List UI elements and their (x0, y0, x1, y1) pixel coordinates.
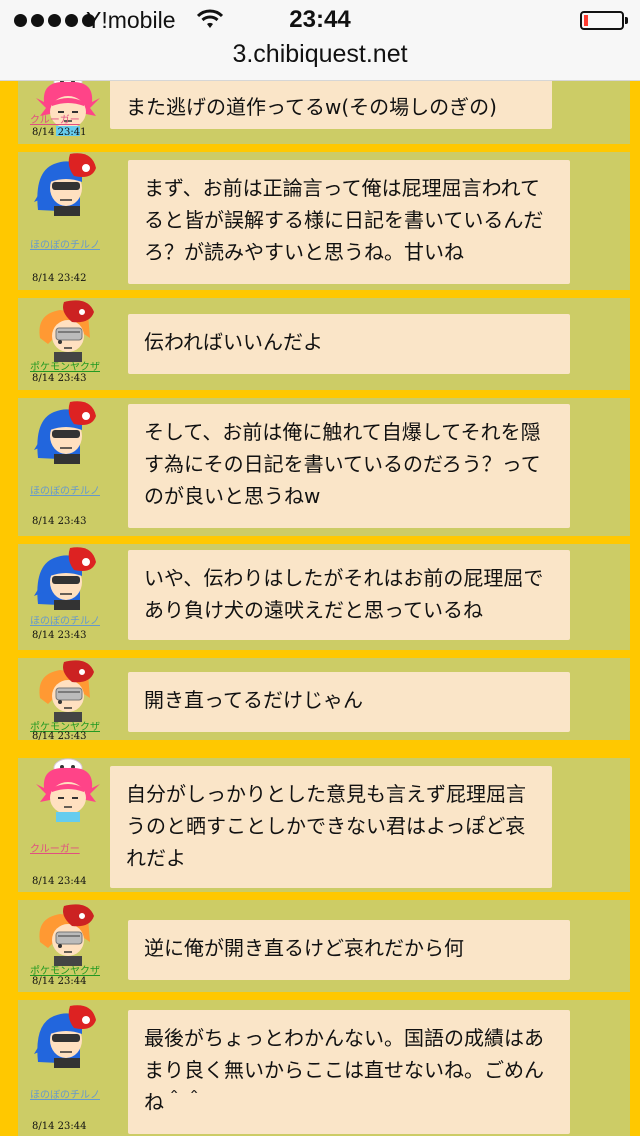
address-bar-url[interactable]: 3.chibiquest.net (0, 40, 640, 69)
username-link[interactable]: ほのぼのチルノ (30, 482, 130, 497)
post-timestamp: 8/14 23:44 (32, 876, 87, 887)
chat-log: クルーガー 8/14 23:41 また逃げの道作ってるw(その場しのぎの) ほのぼの… (0, 0, 640, 1136)
orange-hair-avatar[interactable] (30, 658, 106, 722)
username-link[interactable]: ポケモンヤクザ (30, 962, 130, 977)
message-bubble: また逃げの道作ってるw(その場しのぎの) (110, 79, 552, 129)
chat-post: ポケモンヤクザ 8/14 23:44 逆に俺が開き直るけど哀れだから何 (18, 900, 630, 992)
message-bubble: 伝わればいいんだよ (128, 314, 570, 374)
post-timestamp: 8/14 23:43 (32, 630, 87, 641)
message-bubble: 自分がしっかりとした意見も言えず屁理屈言うのと晒すことしかできない君はよっぽど哀… (110, 766, 552, 888)
post-timestamp: 8/14 23:43 (32, 731, 87, 742)
chat-post: ポケモンヤクザ 8/14 23:43 伝わればいいんだよ (18, 298, 630, 390)
orange-hair-avatar[interactable] (30, 902, 106, 966)
chat-post: ほのぼのチルノ 8/14 23:43 いや、伝わりはしたがそれはお前の屁理屈であり負… (18, 544, 630, 650)
chat-post: ほのぼのチルノ 8/14 23:44 最後がちょっとわかんない。国語の成績はあまり良… (18, 1000, 630, 1136)
message-bubble: そして、お前は俺に触れて自爆してそれを隠す為にその日記を書いているのだろう？って… (128, 404, 570, 528)
message-bubble: 最後がちょっとわかんない。国語の成績はあまり良く無いからここは直せないね。ごめん… (128, 1010, 570, 1134)
battery-icon (580, 11, 628, 30)
post-timestamp: 8/14 23:43 (32, 373, 87, 384)
username-link[interactable]: ほのぼのチルノ (30, 612, 130, 627)
status-bar: Y!mobile 23:44 (0, 0, 640, 40)
blue-hair-avatar[interactable] (30, 546, 106, 610)
post-timestamp: 8/14 23:41 (32, 127, 87, 138)
username-link[interactable]: ほのぼのチルノ (30, 1086, 130, 1101)
chat-post: ほのぼのチルノ 8/14 23:43 そして、お前は俺に触れて自爆してそれを隠す為に… (18, 398, 630, 536)
message-bubble: まず、お前は正論言って俺は屁理屈言われてると皆が誤解する様に日記を書いているんだ… (128, 160, 570, 284)
username-link[interactable]: ほのぼのチルノ (30, 236, 130, 251)
blue-hair-avatar[interactable] (30, 152, 106, 216)
chat-post: クルーガー 8/14 23:44 自分がしっかりとした意見も言えず屁理屈言うのと晒す… (18, 758, 630, 892)
message-bubble: いや、伝わりはしたがそれはお前の屁理屈であり負け犬の遠吠えだと思っているね (128, 550, 570, 640)
post-timestamp: 8/14 23:43 (32, 516, 87, 527)
orange-hair-avatar[interactable] (30, 298, 106, 362)
chat-post: ポケモンヤクザ 8/14 23:43 開き直ってるだけじゃん (18, 658, 630, 742)
message-bubble: 開き直ってるだけじゃん (128, 672, 570, 732)
pink-hair-avatar[interactable] (30, 758, 106, 822)
battery-level-fill (584, 15, 588, 26)
post-timestamp: 8/14 23:42 (32, 273, 87, 284)
message-bubble: 逆に俺が開き直るけど哀れだから何 (128, 920, 570, 980)
chat-post: ほのぼのチルノ 8/14 23:42 まず、お前は正論言って俺は屁理屈言われてると皆… (18, 152, 630, 290)
blue-hair-avatar[interactable] (30, 1004, 106, 1068)
clock: 23:44 (289, 6, 351, 33)
username-link[interactable]: ポケモンヤクザ (30, 358, 130, 373)
browser-top-bar: Y!mobile 23:44 3.chibiquest.net (0, 0, 640, 81)
post-timestamp: 8/14 23:44 (32, 1121, 87, 1132)
blue-hair-avatar[interactable] (30, 400, 106, 464)
post-timestamp: 8/14 23:44 (32, 976, 87, 987)
